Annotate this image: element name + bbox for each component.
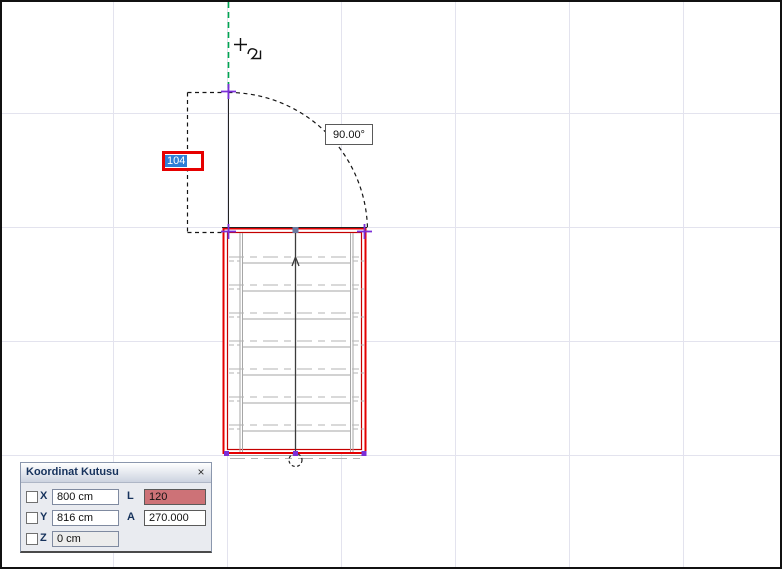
x-axis-label: X xyxy=(40,490,48,502)
snap-cross-markers xyxy=(221,84,372,239)
z-axis-label: Z xyxy=(40,532,47,544)
length-label: L xyxy=(127,490,134,502)
coordinate-box-panel: Koordinat Kutusu × X 800 cm L 120 Y 816 … xyxy=(20,462,212,553)
dimension-input-value: 104 xyxy=(165,155,188,167)
length-value-field[interactable]: 120 xyxy=(144,489,206,505)
angle-value-field[interactable]: 270.000 xyxy=(144,510,206,526)
dimension-input[interactable]: 104 xyxy=(162,151,204,171)
midpoint-marker xyxy=(292,227,299,233)
stair-object[interactable] xyxy=(222,227,367,468)
close-icon[interactable]: × xyxy=(194,465,208,479)
x-value-field[interactable]: 800 cm xyxy=(52,489,119,505)
y-axis-label: Y xyxy=(40,511,48,523)
y-value-field[interactable]: 816 cm xyxy=(52,510,119,526)
angle-readout: 90.00° xyxy=(325,124,373,145)
y-lock-checkbox[interactable] xyxy=(26,512,38,524)
angle-label: A xyxy=(127,511,135,523)
z-value-field[interactable]: 0 cm xyxy=(52,531,119,547)
cad-drawing-area[interactable]: 90.00° 104 Koordinat Kutusu × X 800 cm L… xyxy=(0,0,782,569)
coordinate-box-title: Koordinat Kutusu xyxy=(26,466,119,478)
crosshair-cursor xyxy=(234,38,262,60)
z-lock-checkbox[interactable] xyxy=(26,533,38,545)
angle-arc xyxy=(228,91,369,232)
construction-guides xyxy=(186,2,230,234)
x-lock-checkbox[interactable] xyxy=(26,491,38,503)
coordinate-box-titlebar[interactable]: Koordinat Kutusu × xyxy=(21,463,211,483)
